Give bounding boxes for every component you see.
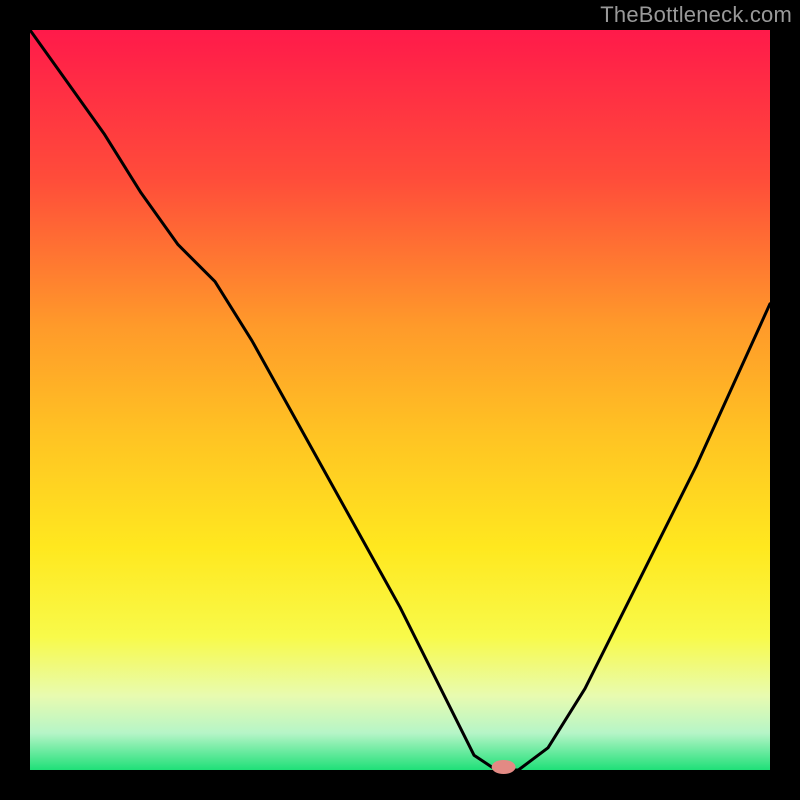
plot-area <box>30 30 770 770</box>
bottleneck-chart: TheBottleneck.com <box>0 0 800 800</box>
watermark-label: TheBottleneck.com <box>600 2 792 28</box>
optimum-marker <box>492 760 516 774</box>
chart-svg <box>0 0 800 800</box>
